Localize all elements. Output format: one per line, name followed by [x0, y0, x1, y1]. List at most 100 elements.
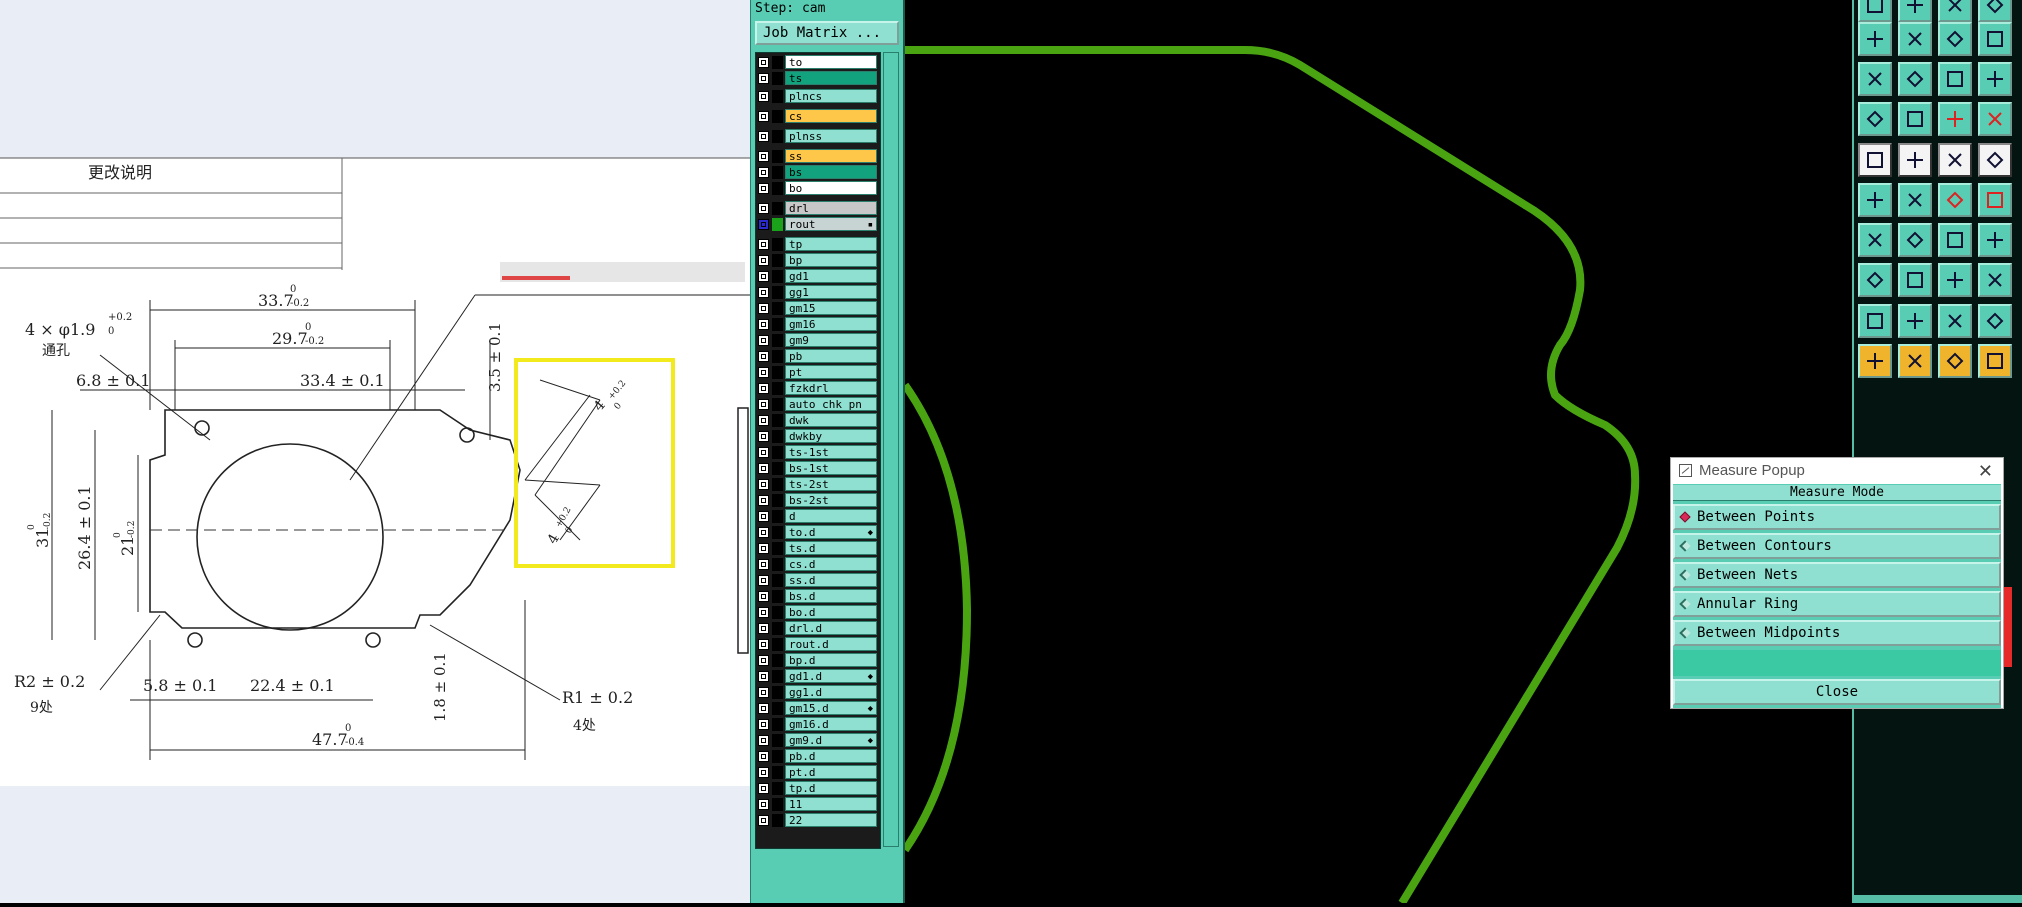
- layer-row[interactable]: pb: [756, 349, 880, 364]
- layer-checkbox[interactable]: [758, 815, 769, 826]
- layer-checkbox[interactable]: [758, 131, 769, 142]
- layer-row[interactable]: gd1.d ◆: [756, 669, 880, 684]
- layer-row[interactable]: bp.d: [756, 653, 880, 668]
- layer-row[interactable]: bs-1st: [756, 461, 880, 476]
- layer-name[interactable]: fzkdrl: [785, 381, 877, 395]
- layer-checkbox[interactable]: [758, 219, 769, 230]
- layer-affected-swatch[interactable]: [772, 254, 783, 267]
- layer-name[interactable]: ts: [785, 71, 877, 85]
- layer-name[interactable]: gd1.d ◆: [785, 669, 877, 683]
- tool-button[interactable]: [1978, 0, 2012, 22]
- layer-checkbox[interactable]: [758, 639, 769, 650]
- layer-row[interactable]: rout ▪: [756, 217, 880, 232]
- layer-row[interactable]: drl.d: [756, 621, 880, 636]
- tool-button[interactable]: [1938, 304, 1972, 338]
- layer-checkbox[interactable]: [758, 799, 769, 810]
- layer-row[interactable]: gg1: [756, 285, 880, 300]
- layer-checkbox[interactable]: [758, 319, 769, 330]
- measure-mode-option[interactable]: Between Contours: [1673, 533, 2001, 559]
- layer-name[interactable]: drl: [785, 201, 877, 215]
- layer-row[interactable]: ts-2st: [756, 477, 880, 492]
- layer-row[interactable]: gm16.d: [756, 717, 880, 732]
- layer-name[interactable]: ts.d: [785, 541, 877, 555]
- layer-affected-swatch[interactable]: [772, 638, 783, 651]
- layer-name[interactable]: bs.d: [785, 589, 877, 603]
- tool-button[interactable]: [1858, 223, 1892, 257]
- layer-name[interactable]: rout ▪: [785, 217, 877, 231]
- layer-name[interactable]: drl.d: [785, 621, 877, 635]
- layer-row[interactable]: rout.d: [756, 637, 880, 652]
- layer-affected-swatch[interactable]: [772, 702, 783, 715]
- layer-checkbox[interactable]: [758, 73, 769, 84]
- layer-affected-swatch[interactable]: [772, 90, 783, 103]
- tool-button[interactable]: [1978, 223, 2012, 257]
- layer-checkbox[interactable]: [758, 151, 769, 162]
- layer-checkbox[interactable]: [758, 57, 769, 68]
- tool-button[interactable]: [1858, 344, 1892, 378]
- layer-name[interactable]: bs-1st: [785, 461, 877, 475]
- layer-name[interactable]: gm9.d ◆: [785, 733, 877, 747]
- layer-checkbox[interactable]: [758, 303, 769, 314]
- layer-row[interactable]: bo.d: [756, 605, 880, 620]
- layer-row[interactable]: 22: [756, 813, 880, 828]
- layer-row[interactable]: cs: [756, 109, 880, 124]
- layer-name[interactable]: 22: [785, 813, 877, 827]
- layer-affected-swatch[interactable]: [772, 430, 783, 443]
- tool-button[interactable]: [1898, 62, 1932, 96]
- tool-button[interactable]: [1938, 183, 1972, 217]
- tool-button[interactable]: [1858, 22, 1892, 56]
- layer-affected-swatch[interactable]: [772, 270, 783, 283]
- layer-affected-swatch[interactable]: [772, 718, 783, 731]
- layer-affected-swatch[interactable]: [772, 542, 783, 555]
- layer-checkbox[interactable]: [758, 287, 769, 298]
- layer-checkbox[interactable]: [758, 607, 769, 618]
- tool-button[interactable]: [1978, 62, 2012, 96]
- layer-checkbox[interactable]: [758, 91, 769, 102]
- job-matrix-button[interactable]: Job Matrix ...: [755, 21, 899, 45]
- tool-button[interactable]: [1938, 263, 1972, 297]
- layer-list-scrollbar[interactable]: [883, 52, 899, 847]
- layer-affected-swatch[interactable]: [772, 166, 783, 179]
- layer-checkbox[interactable]: [758, 463, 769, 474]
- layer-row[interactable]: bp: [756, 253, 880, 268]
- tool-button[interactable]: [1858, 102, 1892, 136]
- layer-row[interactable]: gg1.d: [756, 685, 880, 700]
- layer-row[interactable]: pt: [756, 365, 880, 380]
- layer-affected-swatch[interactable]: [772, 202, 783, 215]
- layer-name[interactable]: gd1: [785, 269, 877, 283]
- layer-affected-swatch[interactable]: [772, 478, 783, 491]
- layer-row[interactable]: ss: [756, 149, 880, 164]
- layer-row[interactable]: dwkby: [756, 429, 880, 444]
- tool-button[interactable]: [1978, 102, 2012, 136]
- layer-checkbox[interactable]: [758, 479, 769, 490]
- layer-checkbox[interactable]: [758, 559, 769, 570]
- layer-name[interactable]: tp: [785, 237, 877, 251]
- layer-name[interactable]: bo.d: [785, 605, 877, 619]
- tool-button[interactable]: [1938, 62, 1972, 96]
- layer-row[interactable]: gm15.d ◆: [756, 701, 880, 716]
- layer-row[interactable]: drl: [756, 201, 880, 216]
- layer-affected-swatch[interactable]: [772, 238, 783, 251]
- layer-row[interactable]: plncs: [756, 89, 880, 104]
- layer-row[interactable]: auto_chk_pn: [756, 397, 880, 412]
- layer-checkbox[interactable]: [758, 239, 769, 250]
- layer-affected-swatch[interactable]: [772, 686, 783, 699]
- layer-checkbox[interactable]: [758, 167, 769, 178]
- layer-affected-swatch[interactable]: [772, 350, 783, 363]
- layer-checkbox[interactable]: [758, 351, 769, 362]
- tool-button[interactable]: [1978, 143, 2012, 177]
- layer-affected-swatch[interactable]: [772, 382, 783, 395]
- layer-name[interactable]: dwkby: [785, 429, 877, 443]
- layer-row[interactable]: ts: [756, 71, 880, 86]
- layer-affected-swatch[interactable]: [772, 654, 783, 667]
- tool-button[interactable]: [1898, 223, 1932, 257]
- layer-affected-swatch[interactable]: [772, 56, 783, 69]
- layer-name[interactable]: gg1.d: [785, 685, 877, 699]
- tool-button[interactable]: [1938, 143, 1972, 177]
- layer-checkbox[interactable]: [758, 655, 769, 666]
- layer-checkbox[interactable]: [758, 335, 769, 346]
- layer-row[interactable]: ts-1st: [756, 445, 880, 460]
- layer-name[interactable]: ss.d: [785, 573, 877, 587]
- layer-affected-swatch[interactable]: [772, 766, 783, 779]
- measure-mode-option[interactable]: Between Nets: [1673, 562, 2001, 588]
